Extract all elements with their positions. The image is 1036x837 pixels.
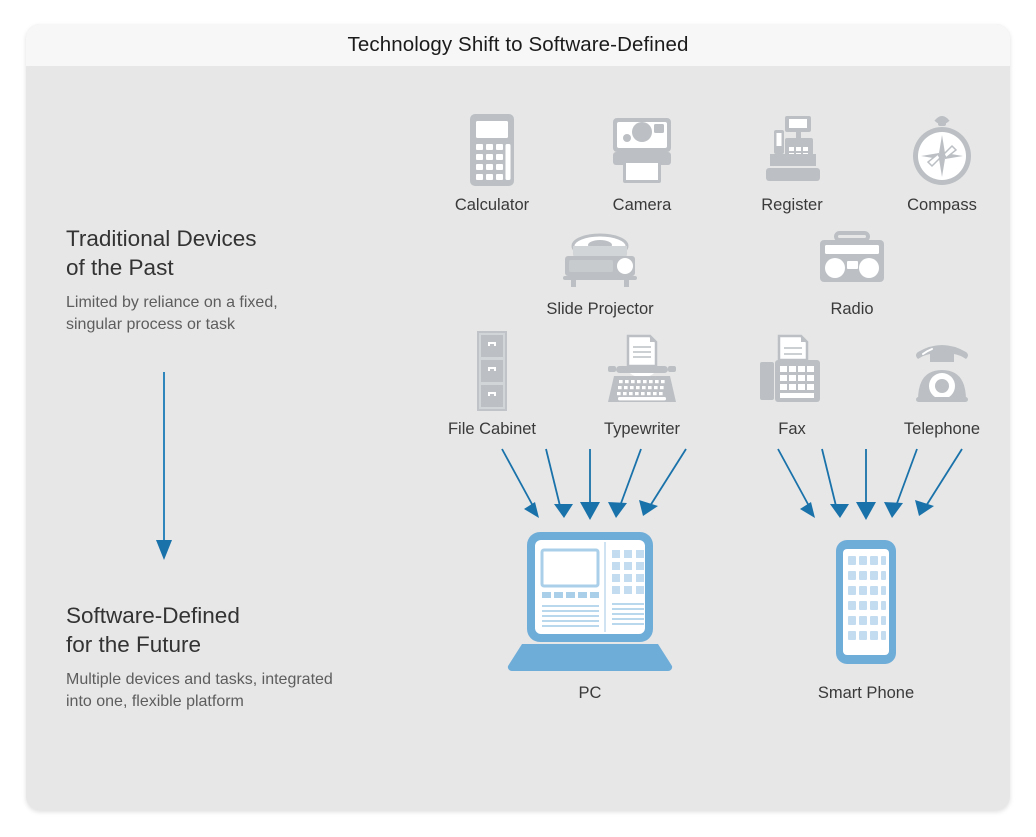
compass-icon: [913, 116, 971, 185]
device-pc[interactable]: PC: [504, 530, 676, 703]
converging-arrows-pc: [501, 448, 687, 520]
device-label: Compass: [907, 196, 977, 214]
down-arrow-icon: [156, 372, 172, 560]
device-register[interactable]: Register: [730, 112, 854, 215]
radio-icon: [820, 231, 884, 282]
device-label: Radio: [830, 300, 874, 318]
device-slide-projector[interactable]: Slide Projector: [538, 230, 662, 319]
device-label: Smart Phone: [817, 684, 915, 702]
device-label: Register: [761, 196, 823, 214]
page-title: Technology Shift to Software-Defined: [347, 33, 689, 56]
card-header: Technology Shift to Software-Defined: [26, 24, 1010, 66]
device-file-cabinet[interactable]: File Cabinet: [430, 330, 554, 439]
typewriter-icon: [608, 334, 676, 402]
device-camera[interactable]: Camera: [580, 112, 704, 215]
telephone-icon: [916, 345, 968, 402]
device-label: Telephone: [903, 420, 981, 438]
device-radio[interactable]: Radio: [790, 230, 914, 319]
device-label: Fax: [778, 420, 806, 438]
device-smartphone[interactable]: Smart Phone: [804, 530, 928, 703]
device-label: Calculator: [454, 196, 530, 214]
calculator-icon: [470, 114, 514, 186]
device-telephone[interactable]: Telephone: [880, 330, 1004, 439]
device-label: File Cabinet: [447, 420, 537, 438]
smartphone-icon: [836, 540, 896, 664]
device-label: Slide Projector: [546, 300, 654, 318]
device-label: PC: [578, 684, 602, 702]
device-fax[interactable]: Fax: [730, 330, 854, 439]
camera-icon: [613, 118, 671, 183]
device-label: Camera: [612, 196, 672, 214]
diagram-card: Technology Shift to Software-Defined Tra…: [26, 24, 1010, 810]
infographic-canvas: Technology Shift to Software-Defined Tra…: [0, 0, 1036, 837]
laptop-icon: [507, 532, 673, 672]
cash-register-icon: [766, 116, 820, 181]
fax-icon: [760, 334, 820, 402]
card-body: Traditional Devices of the Past Limited …: [26, 66, 1010, 810]
device-label: Typewriter: [603, 420, 681, 438]
file-cabinet-icon: [477, 331, 507, 411]
device-compass[interactable]: Compass: [880, 112, 1004, 215]
device-typewriter[interactable]: Typewriter: [580, 330, 704, 439]
device-calculator[interactable]: Calculator: [430, 112, 554, 215]
converging-arrows-phone: [777, 448, 963, 520]
slide-projector-icon: [563, 233, 637, 287]
